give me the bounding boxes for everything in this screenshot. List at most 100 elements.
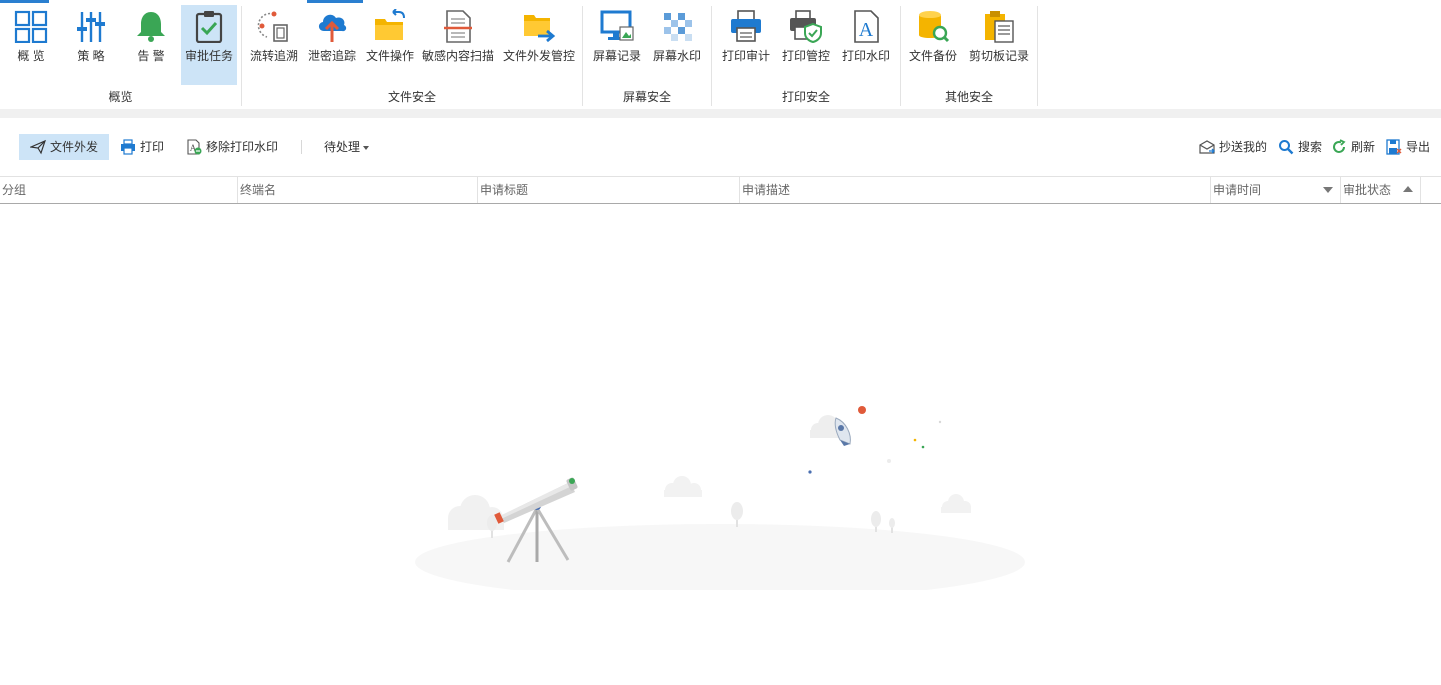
- sort-asc-icon: [1403, 186, 1413, 192]
- ribbon-button-sensitive-scan[interactable]: 敏感内容扫描: [422, 5, 494, 85]
- pending-label: 待处理: [324, 134, 370, 160]
- ribbon-button-label: 剪切板记录: [968, 49, 1029, 63]
- ribbon-button-label: 打印审计: [721, 49, 770, 63]
- folder-send-icon: [524, 15, 556, 43]
- printer-shield-icon: [790, 10, 822, 43]
- ribbon-button-screen-record[interactable]: 屏幕记录: [591, 5, 643, 85]
- refresh-label: 刷新: [1351, 140, 1376, 154]
- ribbon-button-print-watermark[interactable]: A 打印水印: [840, 5, 892, 85]
- printer-icon: [121, 139, 135, 155]
- export-label: 导出: [1406, 140, 1431, 154]
- column-header-label: 申请描述: [742, 183, 791, 197]
- refresh-icon: [1333, 139, 1346, 153]
- ribbon-button-leak-trace[interactable]: 泄密追踪: [306, 5, 358, 85]
- column-header-description[interactable]: 申请描述: [740, 177, 1211, 203]
- pending-text: 待处理: [324, 140, 361, 154]
- ribbon-button-print-audit[interactable]: 打印审计: [720, 5, 772, 85]
- column-header-status[interactable]: 审批状态: [1341, 177, 1421, 203]
- ribbon-button-label: 敏感内容扫描: [421, 49, 494, 63]
- file-send-button[interactable]: 文件外发: [19, 134, 109, 160]
- ribbon-button-label: 打印管控: [781, 49, 830, 63]
- column-header-label: 申请时间: [1213, 183, 1262, 197]
- ribbon-button-print-control[interactable]: 打印管控: [780, 5, 832, 85]
- mail-forward-icon: [1199, 140, 1215, 154]
- ribbon-button-label: 打印水印: [841, 49, 890, 63]
- file-send-label: 文件外发: [50, 140, 99, 154]
- star-dot: [938, 420, 942, 424]
- toolbar-divider: [301, 140, 302, 154]
- ribbon-group-overview: 概 览 策 略 告 警 审批任务 概览: [0, 0, 241, 109]
- ribbon-group-label: 屏幕安全: [622, 90, 671, 104]
- svg-text:A: A: [859, 19, 874, 41]
- remove-print-watermark-label: 移除打印水印: [206, 140, 279, 154]
- ribbon-button-flow-trace[interactable]: 流转追溯: [248, 5, 300, 85]
- folder-icon: [375, 9, 405, 40]
- pending-dropdown[interactable]: 待处理: [324, 134, 374, 160]
- clipboard-docs-icon: [985, 11, 1014, 43]
- ribbon-button-label: 文件备份: [908, 49, 957, 63]
- ribbon-button-label: 策 略: [77, 49, 105, 63]
- ribbon-button-alert[interactable]: 告 警: [127, 5, 175, 85]
- export-icon: [1386, 139, 1402, 155]
- ribbon-button-label: 文件外发管控: [502, 49, 575, 63]
- document-scan-icon: [444, 10, 472, 43]
- ribbon-group-label: 文件安全: [387, 90, 436, 104]
- printer-icon: [731, 10, 761, 42]
- print-button[interactable]: 打印: [120, 134, 170, 160]
- ribbon-group-label: 打印安全: [781, 90, 830, 104]
- ribbon-button-file-backup[interactable]: 文件备份: [907, 5, 959, 85]
- file-trace-icon: [257, 11, 288, 42]
- star-dot: [921, 445, 925, 449]
- ribbon-button-approval-tasks[interactable]: 审批任务: [181, 5, 237, 85]
- cloud-icon: [664, 476, 702, 497]
- tree-icon: [731, 502, 743, 527]
- table-header: 分组 终端名 申请标题 申请描述 申请时间 审批状态: [0, 176, 1441, 204]
- grid-icon: [14, 10, 48, 43]
- bell-icon: [137, 12, 165, 42]
- cloud-icon: [941, 494, 971, 513]
- star-dot: [913, 438, 917, 442]
- remove-watermark-icon: A: [187, 139, 202, 155]
- search-label: 搜索: [1298, 140, 1323, 154]
- monitor-icon: [600, 10, 634, 41]
- remove-print-watermark-button[interactable]: A 移除打印水印: [186, 134, 286, 160]
- search-icon: [1279, 140, 1294, 155]
- ribbon-button-clipboard-record[interactable]: 剪切板记录: [967, 5, 1031, 85]
- tree-icon: [487, 515, 497, 538]
- column-header-label: 申请标题: [480, 183, 529, 197]
- export-button[interactable]: 导出: [1386, 134, 1432, 160]
- refresh-button[interactable]: 刷新: [1331, 134, 1377, 160]
- column-header-time[interactable]: 申请时间: [1211, 177, 1341, 203]
- planet-dot: [858, 406, 866, 414]
- database-search-icon: [919, 11, 950, 43]
- star-dot: [808, 470, 812, 474]
- search-button[interactable]: 搜索: [1278, 134, 1324, 160]
- ribbon-button-label: 审批任务: [184, 49, 233, 63]
- chevron-down-icon: [363, 145, 370, 150]
- ribbon-button-screen-watermark[interactable]: 屏幕水印: [651, 5, 703, 85]
- column-header-group[interactable]: 分组: [0, 177, 238, 203]
- ribbon-divider: [1037, 6, 1038, 106]
- ribbon-button-label: 告 警: [137, 49, 165, 63]
- ribbon-button-policy[interactable]: 策 略: [67, 5, 115, 85]
- star-dot: [887, 459, 891, 463]
- ribbon-button-label: 屏幕水印: [652, 49, 701, 63]
- cc-me-button[interactable]: 抄送我的: [1199, 134, 1271, 160]
- ribbon-group-screen-security: 屏幕记录 屏幕水印 屏幕安全: [583, 0, 711, 109]
- column-header-terminal[interactable]: 终端名: [238, 177, 478, 203]
- font-a-icon: A: [854, 10, 879, 43]
- sort-desc-icon: [1323, 187, 1333, 193]
- column-header-title[interactable]: 申请标题: [478, 177, 740, 203]
- toolbar: 文件外发 打印 A 移除打印水印 待处理 抄送我的 搜索 刷新 导出: [0, 118, 1441, 176]
- ribbon-button-overview[interactable]: 概 览: [7, 5, 55, 85]
- watermark-icon: [664, 13, 692, 41]
- ribbon-button-file-send-control[interactable]: 文件外发管控: [503, 5, 575, 85]
- ribbon-button-label: 泄密追踪: [307, 49, 356, 63]
- ribbon-button-file-operation[interactable]: 文件操作: [364, 5, 416, 85]
- rocket-icon: [834, 417, 851, 446]
- ribbon-button-label: 文件操作: [365, 49, 414, 63]
- ribbon-group-label: 其他安全: [944, 90, 993, 104]
- clipboard-check-icon: [195, 11, 223, 43]
- ribbon-button-label: 屏幕记录: [592, 49, 641, 63]
- cloud-upload-icon: [318, 14, 347, 42]
